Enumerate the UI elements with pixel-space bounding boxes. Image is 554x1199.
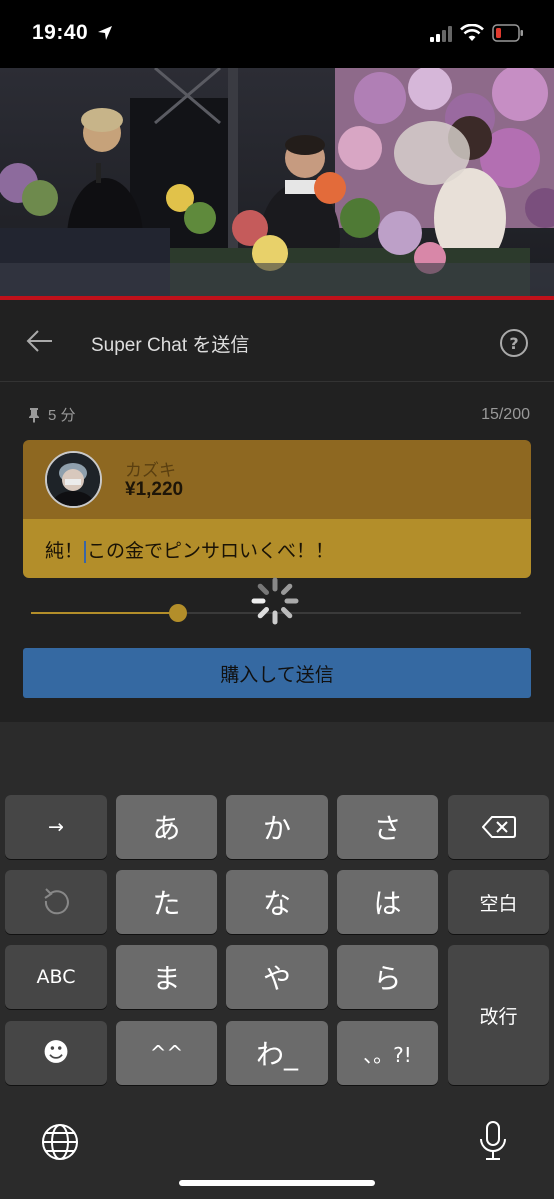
- message-text-after-cursor: この金でピンサロいくべ！！: [87, 541, 335, 562]
- key-sa[interactable]: さ: [337, 795, 438, 859]
- help-icon[interactable]: ?: [499, 328, 529, 358]
- avatar-image: [47, 453, 100, 506]
- card-amount: ¥1,220: [125, 479, 184, 500]
- character-count: 15/200: [481, 406, 530, 423]
- cellular-signal-icon: [430, 26, 452, 42]
- svg-text:?: ?: [509, 334, 518, 353]
- status-time: 19:40: [32, 21, 89, 44]
- delete-icon: [481, 816, 516, 838]
- key-abc[interactable]: ABC: [5, 945, 107, 1009]
- message-input[interactable]: 純！ この金でピンサロいくべ！！: [45, 536, 334, 563]
- japanese-keyboard: → あ か さ た な は 空白 ABC ま や ら 改行 ☻ ^^ わ_ 、。…: [0, 722, 554, 1199]
- key-ka[interactable]: か: [226, 795, 328, 859]
- key-wa[interactable]: わ_: [226, 1021, 328, 1085]
- key-delete[interactable]: [448, 795, 549, 859]
- undo-icon: [44, 888, 69, 915]
- pin-duration-label: 5 分: [48, 407, 76, 424]
- text-cursor: [84, 540, 87, 563]
- avatar: [45, 451, 102, 508]
- amount-slider-thumb[interactable]: [169, 604, 187, 622]
- loading-spinner-icon: [251, 577, 299, 625]
- key-undo[interactable]: [5, 870, 107, 934]
- card-header: カズキ ¥1,220: [23, 440, 531, 519]
- buy-and-send-button[interactable]: 購入して送信: [23, 648, 531, 698]
- status-bar: 19:40: [0, 0, 554, 68]
- super-chat-preview-card: カズキ ¥1,220 純！ この金でピンサロいくべ！！: [23, 440, 531, 578]
- battery-icon: [492, 24, 523, 42]
- home-indicator[interactable]: [179, 1180, 375, 1186]
- key-ya[interactable]: や: [226, 945, 328, 1009]
- message-text-before-cursor: 純！: [45, 541, 84, 562]
- key-emoji[interactable]: ☻: [5, 1021, 107, 1085]
- super-chat-panel: Super Chat を送信 ? 5 分 15/200 カズキ ¥1,220 純…: [0, 300, 554, 722]
- key-a[interactable]: あ: [116, 795, 217, 859]
- video-frame-image: [0, 68, 554, 296]
- key-kaomoji[interactable]: ^^: [116, 1021, 217, 1085]
- key-space[interactable]: 空白: [448, 870, 549, 934]
- location-arrow-icon: [98, 26, 112, 40]
- key-ta[interactable]: た: [116, 870, 217, 934]
- key-ha[interactable]: は: [337, 870, 438, 934]
- globe-icon[interactable]: [40, 1122, 80, 1162]
- panel-header: Super Chat を送信 ?: [0, 300, 554, 382]
- pin-duration: 5 分: [28, 404, 76, 425]
- key-next-arrow[interactable]: →: [5, 795, 107, 859]
- pin-icon: [29, 407, 39, 423]
- key-enter[interactable]: 改行: [448, 945, 549, 1085]
- panel-title: Super Chat を送信: [91, 335, 250, 356]
- card-username: カズキ: [125, 461, 176, 480]
- key-ra[interactable]: ら: [337, 945, 438, 1009]
- microphone-icon[interactable]: [478, 1120, 508, 1162]
- card-message-area[interactable]: 純！ この金でピンサロいくべ！！: [23, 519, 531, 578]
- back-arrow-icon[interactable]: [26, 329, 54, 353]
- video-player[interactable]: [0, 68, 554, 296]
- key-punctuation[interactable]: 、。?!: [337, 1021, 438, 1085]
- key-ma[interactable]: ま: [116, 945, 217, 1009]
- wifi-icon: [460, 24, 484, 41]
- amount-slider-fill: [31, 612, 178, 614]
- key-na[interactable]: な: [226, 870, 328, 934]
